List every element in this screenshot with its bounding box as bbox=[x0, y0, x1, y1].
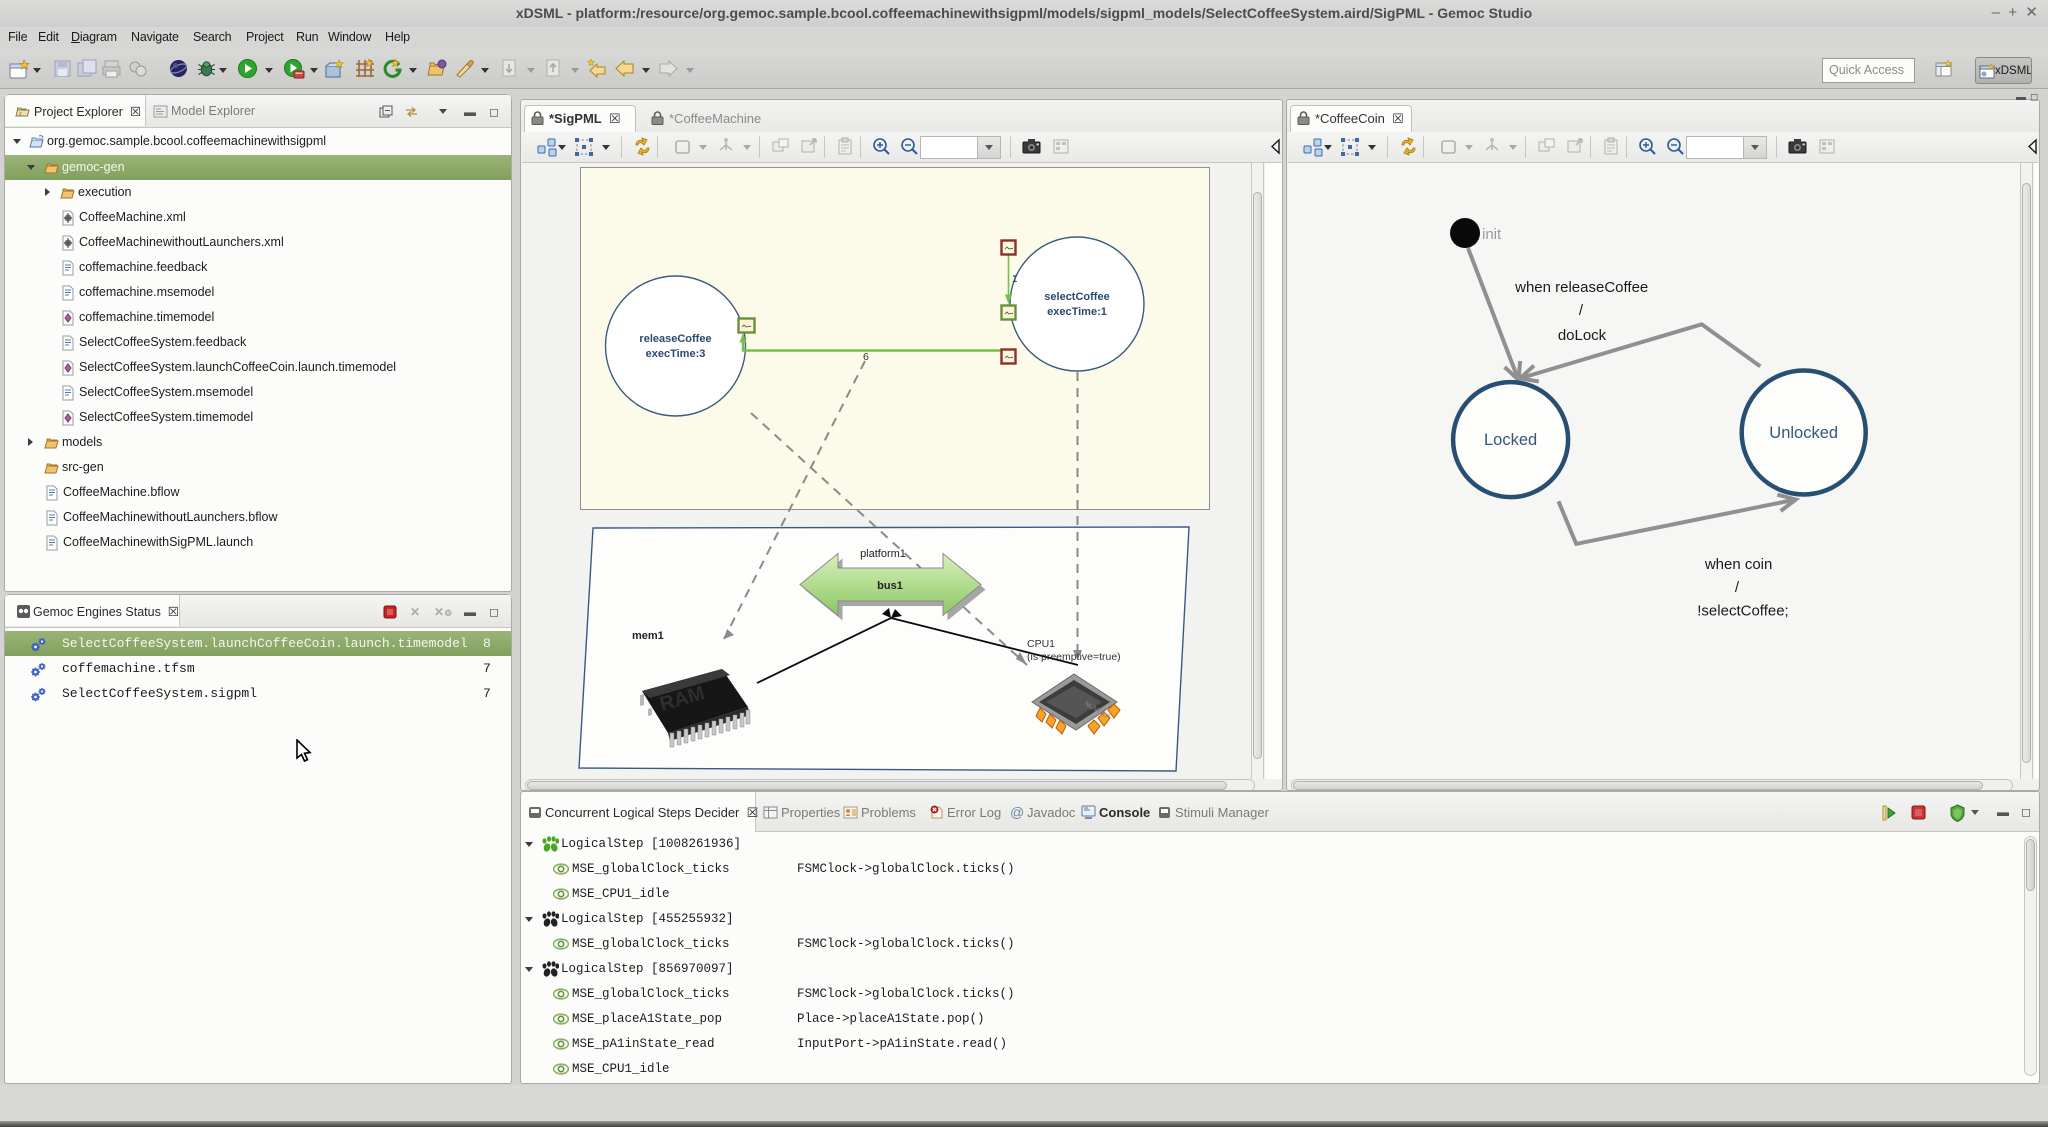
svg-text:!selectCoffee;: !selectCoffee; bbox=[1697, 603, 1788, 620]
svg-text:when coin: when coin bbox=[1704, 556, 1773, 573]
svg-text:Locked: Locked bbox=[1484, 431, 1537, 449]
svg-text:selectCoffee: selectCoffee bbox=[1044, 291, 1109, 303]
svg-text:(is preemptive=true): (is preemptive=true) bbox=[1027, 651, 1121, 663]
svg-text:platform1: platform1 bbox=[860, 548, 906, 560]
svg-text:Unlocked: Unlocked bbox=[1769, 424, 1838, 442]
svg-text:init: init bbox=[1482, 226, 1502, 243]
svg-text:releaseCoffee: releaseCoffee bbox=[639, 333, 711, 345]
svg-text:when releaseCoffee: when releaseCoffee bbox=[1514, 279, 1648, 296]
svg-text:/: / bbox=[1735, 579, 1740, 596]
svg-text:CPU1: CPU1 bbox=[1027, 638, 1055, 650]
svg-text:mem1: mem1 bbox=[632, 630, 664, 642]
svg-text:bus1: bus1 bbox=[877, 580, 903, 592]
svg-text:/: / bbox=[1579, 302, 1584, 319]
svg-text:execTime:3: execTime:3 bbox=[646, 348, 706, 360]
svg-text:doLock: doLock bbox=[1558, 327, 1607, 344]
svg-text:1: 1 bbox=[1012, 274, 1018, 285]
svg-text:execTime:1: execTime:1 bbox=[1047, 306, 1107, 318]
